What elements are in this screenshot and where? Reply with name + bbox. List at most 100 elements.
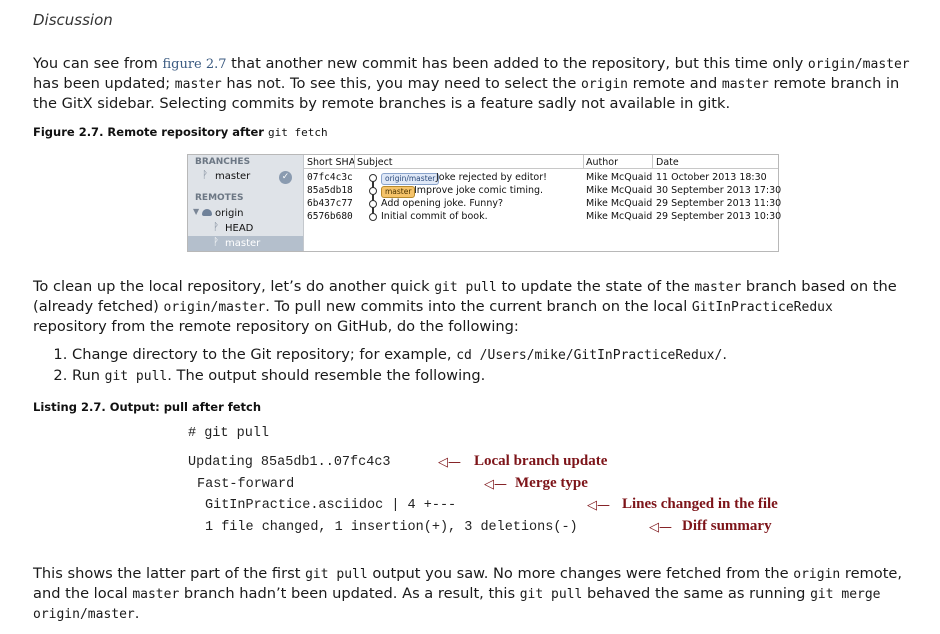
- arrow-left-icon: ◁—: [649, 520, 672, 535]
- paragraph-intro: You can see from figure 2.7 that another…: [33, 54, 928, 113]
- sidebar-item-remote-master[interactable]: master: [225, 238, 260, 249]
- text: the GitX sidebar. Selecting commits by r…: [33, 95, 731, 112]
- steps-list: Change directory to the Git repository; …: [48, 345, 940, 387]
- arrow-left-icon: ◁—: [587, 498, 610, 513]
- text: .: [134, 605, 140, 622]
- cell-author: Mike McQuaid: [586, 172, 653, 183]
- column-header-date[interactable]: Date: [656, 157, 679, 168]
- inline-code: master: [174, 77, 222, 92]
- sidebar-section-branches: BRANCHES: [195, 157, 251, 167]
- cell-author: Mike McQuaid: [586, 185, 653, 196]
- list-item: Run git pull. The output should resemble…: [72, 366, 940, 387]
- column-header-sha[interactable]: Short SHA: [307, 157, 355, 168]
- column-separator: [583, 155, 584, 169]
- step-text: . The output should resemble the followi…: [167, 367, 486, 384]
- text: remote,: [840, 565, 903, 582]
- cell-date: 11 October 2013 18:30: [656, 172, 767, 183]
- cell-date: 29 September 2013 10:30: [656, 211, 782, 222]
- remote-branch-tag: origin/master: [381, 173, 440, 185]
- commit-node: [369, 200, 377, 208]
- cell-subject: Joke rejected by editor!: [436, 172, 547, 183]
- inline-code: master: [721, 77, 769, 92]
- figure-link[interactable]: figure 2.7: [162, 57, 226, 72]
- inline-code: cd /Users/mike/GitInPracticeRedux/: [456, 348, 723, 363]
- commit-node: [369, 187, 377, 195]
- inline-code: master: [132, 587, 180, 602]
- step-text: Run: [72, 367, 105, 384]
- sidebar-item-head[interactable]: HEAD: [225, 223, 253, 234]
- cell-sha: 85a5db18: [307, 185, 353, 196]
- listing-line-updating: Updating 85a5db1..07fc4c3: [188, 455, 391, 470]
- text: and the local: [33, 585, 133, 602]
- list-item: Change directory to the Git repository; …: [72, 345, 940, 366]
- text: output you saw. No more changes were fet…: [367, 565, 794, 582]
- inline-code: origin: [581, 77, 628, 92]
- disclosure-triangle-icon[interactable]: ▼: [193, 207, 199, 216]
- text: remote and: [627, 75, 722, 92]
- listing-line-summary: 1 file changed, 1 insertion(+), 3 deleti…: [205, 520, 578, 535]
- caption-code: git fetch: [267, 126, 328, 139]
- inline-code: git pull: [305, 567, 368, 582]
- gitx-sidebar: BRANCHES ᚹ master ✓ REMOTES ▼ origin ᚹ H…: [188, 155, 304, 251]
- paragraph-conclusion: This shows the latter part of the first …: [33, 564, 928, 624]
- figure-caption: Figure 2.7. Remote repository after git …: [33, 125, 328, 139]
- inline-code: git pull: [434, 280, 497, 295]
- header-divider: [304, 168, 778, 169]
- annotation-diff-summary: Diff summary: [682, 518, 772, 534]
- step-text: Change directory to the Git repository; …: [72, 346, 457, 363]
- sidebar-section-remotes: REMOTES: [195, 193, 244, 203]
- annotation-local-branch-update: Local branch update: [474, 453, 608, 469]
- text: repository from the remote repository on…: [33, 318, 519, 335]
- listing-line-fastforward: Fast-forward: [197, 477, 295, 492]
- text: This shows the latter part of the first: [33, 565, 306, 582]
- sidebar-item-master[interactable]: master: [215, 171, 250, 182]
- text: branch based on the: [741, 278, 897, 295]
- cell-sha: 6b437c77: [307, 198, 353, 209]
- commit-node: [369, 213, 377, 221]
- annotation-lines-changed: Lines changed in the file: [622, 496, 778, 512]
- cloud-icon: [202, 209, 212, 216]
- paragraph-cleanup: To clean up the local repository, let’s …: [33, 277, 928, 336]
- caption-text: Figure 2.7. Remote repository after: [33, 125, 268, 139]
- text: that another new commit has been added t…: [226, 55, 808, 72]
- inline-code: master: [694, 280, 742, 295]
- inline-code: git merge: [810, 587, 881, 602]
- cell-subject: Add opening joke. Funny?: [381, 198, 504, 209]
- text: . To pull new commits into the current b…: [265, 298, 692, 315]
- inline-code: GitInPracticeRedux: [691, 300, 833, 315]
- text: branch hadn’t been updated. As a result,…: [179, 585, 520, 602]
- column-separator: [354, 155, 355, 169]
- local-branch-tag: master: [381, 186, 416, 198]
- commit-node: [369, 174, 377, 182]
- step-text: .: [722, 346, 727, 363]
- column-header-author[interactable]: Author: [586, 157, 618, 168]
- text: behaved the same as running: [582, 585, 811, 602]
- cell-sha: 07fc4c3c: [307, 172, 353, 183]
- listing-caption: Listing 2.7. Output: pull after fetch: [33, 400, 262, 414]
- text: To clean up the local repository, let’s …: [33, 278, 435, 295]
- checkmark-icon: ✓: [279, 171, 292, 184]
- cell-sha: 6576b680: [307, 211, 353, 222]
- text: has been updated;: [33, 75, 175, 92]
- text: remote branch in: [768, 75, 900, 92]
- inline-code: origin/master: [163, 300, 266, 315]
- listing-line-file: GitInPractice.asciidoc | 4 +---: [205, 498, 457, 513]
- cell-author: Mike McQuaid: [586, 198, 653, 209]
- cell-subject: Improve joke comic timing.: [414, 185, 544, 196]
- gitx-screenshot: BRANCHES ᚹ master ✓ REMOTES ▼ origin ᚹ H…: [187, 154, 782, 252]
- sidebar-item-origin[interactable]: origin: [215, 208, 243, 219]
- text: to update the state of the: [496, 278, 695, 295]
- text: (already fetched): [33, 298, 164, 315]
- arrow-left-icon: ◁—: [438, 455, 461, 470]
- column-separator: [652, 155, 653, 169]
- branch-icon: ᚹ: [213, 222, 219, 233]
- branch-icon: ᚹ: [202, 170, 208, 181]
- cell-date: 29 September 2013 11:30: [656, 198, 782, 209]
- column-header-subject[interactable]: Subject: [357, 157, 393, 168]
- cell-author: Mike McQuaid: [586, 211, 653, 222]
- inline-code: git pull: [104, 369, 168, 384]
- inline-code: origin/master: [33, 607, 135, 622]
- inline-code: origin/master: [807, 57, 910, 72]
- listing-line-command: # git pull: [188, 426, 270, 441]
- cell-date: 30 September 2013 17:30: [656, 185, 782, 196]
